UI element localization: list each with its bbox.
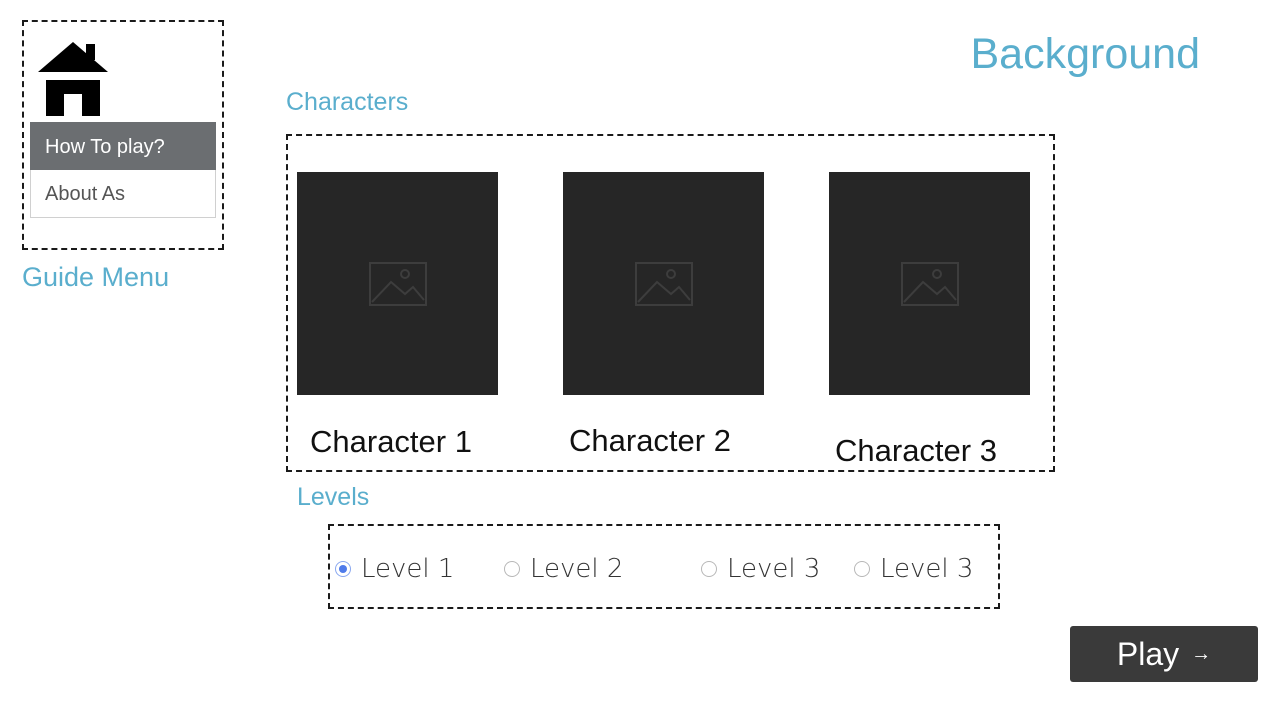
menu-item-how-to-play[interactable]: How To play? [30, 122, 216, 170]
character-1-label: Character 1 [310, 424, 472, 459]
page: Background How To play? About As Guide M… [0, 0, 1280, 712]
character-3-card[interactable] [829, 172, 1030, 395]
level-option-label: Level 3 [880, 554, 974, 584]
level-3-radio[interactable] [701, 561, 717, 577]
level-1-radio[interactable] [335, 561, 351, 577]
characters-caption: Characters [286, 88, 409, 116]
level-option-label: Level 3 [727, 554, 821, 584]
character-2-card[interactable] [563, 172, 764, 395]
image-placeholder-icon [368, 261, 427, 306]
play-button[interactable]: Play → [1070, 626, 1258, 682]
image-placeholder-icon [900, 261, 959, 306]
characters-panel: Character 1 Character 2 Character 3 [286, 134, 1055, 472]
menu-item-about[interactable]: About As [30, 170, 216, 218]
character-1-card[interactable] [297, 172, 498, 395]
guide-menu: How To play? About As [22, 20, 224, 250]
home-icon[interactable] [38, 40, 108, 116]
character-2-label: Character 2 [569, 423, 731, 458]
arrow-right-icon: → [1191, 642, 1212, 665]
guide-menu-list: How To play? About As [30, 122, 216, 218]
levels-caption: Levels [297, 483, 370, 511]
level-2-radio[interactable] [504, 561, 520, 577]
level-option-3[interactable]: Level 3 [701, 554, 820, 584]
page-title: Background [970, 30, 1201, 78]
guide-menu-caption: Guide Menu [22, 262, 170, 292]
image-placeholder-icon [634, 261, 693, 306]
level-option-1[interactable]: Level 1 [335, 554, 454, 584]
character-3-label: Character 3 [835, 433, 997, 468]
level-option-2[interactable]: Level 2 [504, 554, 623, 584]
level-option-label: Level 2 [530, 554, 624, 584]
level-4-radio[interactable] [854, 561, 870, 577]
levels-panel: Level 1 Level 2 Level 3 Level 3 [328, 524, 1000, 609]
level-option-4[interactable]: Level 3 [854, 554, 973, 584]
level-option-label: Level 1 [361, 554, 455, 584]
play-button-label: Play [1116, 635, 1180, 672]
